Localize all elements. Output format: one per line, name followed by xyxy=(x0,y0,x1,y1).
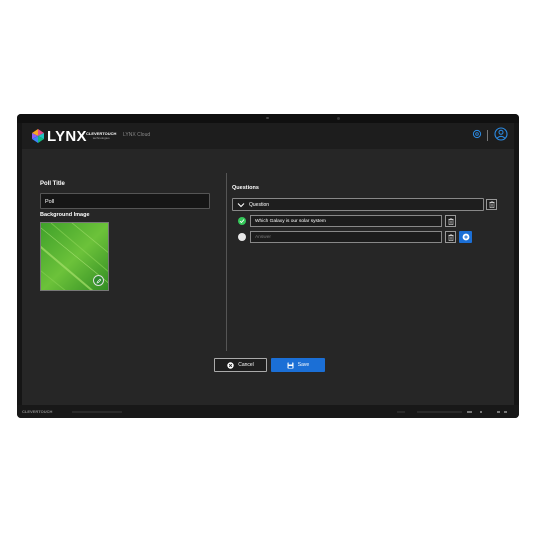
add-answer-button[interactable] xyxy=(459,231,472,243)
user-avatar-icon[interactable] xyxy=(494,127,508,141)
trash-icon xyxy=(488,201,495,208)
monitor-bottom-bezel: CLEVERTOUCH xyxy=(17,405,519,418)
display-monitor: LYNX CLEVERTOUCH technologies LYNX Cloud… xyxy=(17,114,519,418)
delete-question-button[interactable] xyxy=(486,199,497,210)
cancel-label: Cancel xyxy=(238,362,254,368)
app-header: LYNX CLEVERTOUCH technologies LYNX Cloud xyxy=(22,123,514,149)
answer-radio[interactable] xyxy=(238,233,246,241)
trash-icon xyxy=(447,233,454,241)
bezel-brand: CLEVERTOUCH xyxy=(22,409,53,414)
bezel-button[interactable] xyxy=(480,411,482,413)
background-image-label: Background Image xyxy=(40,212,90,218)
chevron-down-icon[interactable] xyxy=(237,201,245,209)
panel-divider xyxy=(226,173,227,351)
questions-label: Questions xyxy=(232,185,259,191)
bezel-button[interactable] xyxy=(467,411,472,413)
answer-row: Answer xyxy=(238,231,498,243)
settings-icon[interactable] xyxy=(472,129,482,139)
clevertouch-brand: CLEVERTOUCH technologies xyxy=(86,131,116,141)
save-icon xyxy=(287,362,294,368)
save-button[interactable]: Save xyxy=(271,358,325,372)
pencil-icon xyxy=(96,278,101,283)
monitor-top-bezel xyxy=(17,114,519,123)
answer-input[interactable]: Answer xyxy=(250,231,442,243)
question-header[interactable]: Question xyxy=(232,198,484,211)
correct-answer-radio[interactable] xyxy=(238,217,246,225)
header-divider xyxy=(487,130,488,141)
bezel-strip xyxy=(72,411,122,413)
logo-text: LYNX xyxy=(47,128,87,145)
app-screen: LYNX CLEVERTOUCH technologies LYNX Cloud… xyxy=(22,123,514,405)
lynx-logo-icon xyxy=(32,129,44,143)
answer-row: Which Galaxy is our solar system xyxy=(238,215,498,227)
brand-sub: technologies xyxy=(92,136,110,140)
trash-icon xyxy=(447,217,454,225)
cancel-button[interactable]: Cancel xyxy=(214,358,267,372)
plus-circle-icon xyxy=(462,233,469,241)
bezel-button[interactable] xyxy=(504,411,507,413)
answer-input[interactable]: Which Galaxy is our solar system xyxy=(250,215,442,227)
bezel-sensor xyxy=(397,411,405,413)
poll-title-label: Poll Title xyxy=(40,181,65,187)
save-label: Save xyxy=(297,362,310,368)
poll-title-input[interactable]: Poll xyxy=(40,193,210,209)
edit-image-button[interactable] xyxy=(93,275,104,286)
check-icon xyxy=(239,219,245,224)
close-circle-icon xyxy=(227,361,234,369)
camera-icon xyxy=(266,117,269,119)
question-label: Question xyxy=(249,202,270,208)
app-name: LYNX Cloud xyxy=(123,132,151,138)
delete-answer-button[interactable] xyxy=(445,231,456,243)
bezel-button[interactable] xyxy=(497,411,500,413)
bezel-strip xyxy=(417,411,462,413)
background-image-thumbnail[interactable] xyxy=(40,222,109,291)
delete-answer-button[interactable] xyxy=(445,215,456,227)
sensor-icon xyxy=(337,117,340,120)
